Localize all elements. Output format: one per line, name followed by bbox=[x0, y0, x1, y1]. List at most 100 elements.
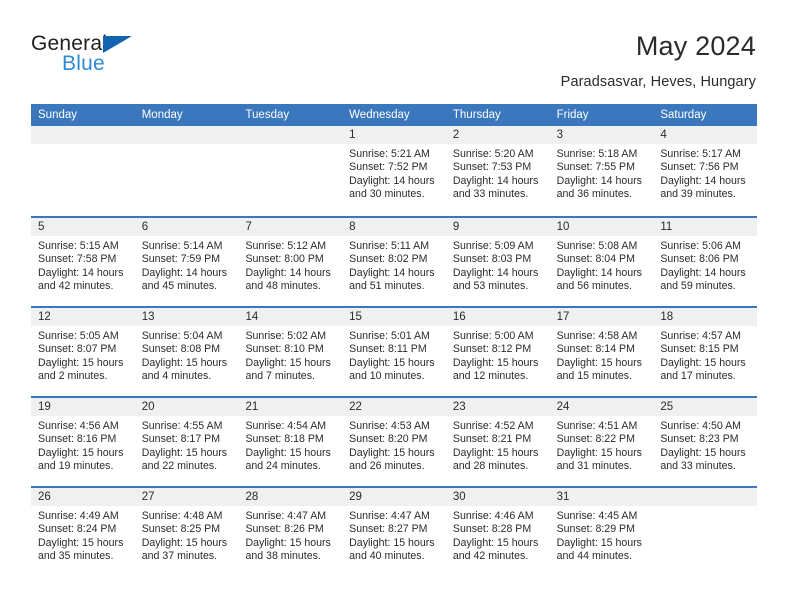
sunrise-text: Sunrise: 4:47 AM bbox=[349, 510, 430, 522]
sunrise-text: Sunrise: 4:47 AM bbox=[245, 510, 327, 522]
daylight-text: Daylight: 15 hours and 26 minutes. bbox=[349, 446, 435, 473]
weekday-header-tuesday: Tuesday bbox=[245, 109, 290, 121]
daylight-text: Daylight: 15 hours and 12 minutes. bbox=[452, 356, 539, 383]
calendar-week-row: 1 Sunrise: 5:21 AM Sunset: 7:52 PM Daylight… bbox=[31, 126, 758, 216]
sunset-text: Sunset: 8:02 PM bbox=[349, 253, 428, 266]
sunrise-text: Sunrise: 5:08 AM bbox=[556, 240, 638, 252]
calendar-week-row: 5 Sunrise: 5:15 AM Sunset: 7:58 PM Daylight… bbox=[31, 216, 758, 306]
day-cell-details: Sunrise: 5:09 AM Sunset: 8:03 PM Daylight:… bbox=[446, 236, 550, 294]
day-cell: 26 Sunrise: 4:49 AM Sunset: 8:24 PM Dayligh… bbox=[31, 488, 135, 576]
day-cell: 19 Sunrise: 4:56 AM Sunset: 8:16 PM Dayligh… bbox=[31, 398, 135, 486]
day-cell: 16 Sunrise: 5:00 AM Sunset: 8:12 PM Dayligh… bbox=[445, 308, 550, 396]
day-number: 7 bbox=[238, 218, 343, 236]
calendar-week-row: 26 Sunrise: 4:49 AM Sunset: 8:24 PM Dayligh… bbox=[31, 486, 758, 576]
sunrise-text: Sunrise: 5:15 AM bbox=[38, 240, 119, 252]
day-cell-empty bbox=[653, 488, 758, 576]
day-cell-details: Sunrise: 4:49 AM Sunset: 8:24 PM Daylight:… bbox=[31, 506, 135, 564]
day-cell: 25 Sunrise: 4:50 AM Sunset: 8:23 PM Dayligh… bbox=[653, 398, 758, 486]
day-number: 20 bbox=[134, 398, 239, 416]
day-cell-details: Sunrise: 5:00 AM Sunset: 8:12 PM Daylight:… bbox=[446, 326, 550, 384]
day-cell-details: Sunrise: 5:01 AM Sunset: 8:11 PM Daylight:… bbox=[342, 326, 446, 384]
sunset-text: Sunset: 7:52 PM bbox=[349, 161, 428, 174]
day-cell-details: Sunrise: 4:54 AM Sunset: 8:18 PM Daylight:… bbox=[238, 416, 342, 474]
daylight-text: Daylight: 15 hours and 44 minutes. bbox=[556, 536, 642, 563]
day-cell-details: Sunrise: 5:21 AM Sunset: 7:52 PM Daylight:… bbox=[342, 144, 446, 202]
day-cell: 6 Sunrise: 5:14 AM Sunset: 7:59 PM Daylight… bbox=[134, 218, 239, 306]
daylight-text: Daylight: 14 hours and 53 minutes. bbox=[452, 266, 539, 293]
day-cell: 4 Sunrise: 5:17 AM Sunset: 7:56 PM Daylight… bbox=[653, 126, 758, 216]
sunset-text: Sunset: 8:17 PM bbox=[141, 433, 221, 446]
sunset-text: Sunset: 8:03 PM bbox=[452, 253, 532, 266]
sunrise-text: Sunrise: 4:54 AM bbox=[245, 420, 327, 432]
sunrise-text: Sunrise: 5:11 AM bbox=[349, 240, 430, 252]
day-cell: 18 Sunrise: 4:57 AM Sunset: 8:15 PM Dayligh… bbox=[653, 308, 758, 396]
day-number: 9 bbox=[445, 218, 550, 236]
day-number: 28 bbox=[238, 488, 343, 506]
sunset-text: Sunset: 8:10 PM bbox=[245, 343, 324, 356]
sunrise-text: Sunrise: 5:17 AM bbox=[660, 148, 741, 160]
day-cell-details: Sunrise: 4:50 AM Sunset: 8:23 PM Daylight:… bbox=[653, 416, 757, 474]
daylight-text: Daylight: 14 hours and 59 minutes. bbox=[660, 266, 746, 293]
day-number: 23 bbox=[445, 398, 550, 416]
day-cell: 24 Sunrise: 4:51 AM Sunset: 8:22 PM Dayligh… bbox=[549, 398, 654, 486]
day-cell: 27 Sunrise: 4:48 AM Sunset: 8:25 PM Dayligh… bbox=[134, 488, 239, 576]
logo-triangle-icon bbox=[103, 36, 132, 53]
sunrise-text: Sunrise: 4:46 AM bbox=[452, 510, 534, 522]
day-number: 3 bbox=[549, 126, 654, 144]
sunset-text: Sunset: 8:23 PM bbox=[660, 433, 739, 446]
day-number: 22 bbox=[342, 398, 446, 416]
day-number: 10 bbox=[549, 218, 654, 236]
day-cell-details: Sunrise: 5:11 AM Sunset: 8:02 PM Daylight:… bbox=[342, 236, 446, 294]
sunset-text: Sunset: 8:12 PM bbox=[452, 343, 532, 356]
sunrise-text: Sunrise: 4:49 AM bbox=[38, 510, 119, 522]
day-cell: 15 Sunrise: 5:01 AM Sunset: 8:11 PM Dayligh… bbox=[342, 308, 446, 396]
day-number: 5 bbox=[31, 218, 135, 236]
sunrise-text: Sunrise: 4:50 AM bbox=[660, 420, 741, 432]
day-cell-details: Sunrise: 4:48 AM Sunset: 8:25 PM Daylight:… bbox=[135, 506, 239, 564]
sunrise-text: Sunrise: 4:52 AM bbox=[452, 420, 534, 432]
calendar-week-row: 19 Sunrise: 4:56 AM Sunset: 8:16 PM Dayligh… bbox=[31, 396, 758, 486]
daylight-text: Daylight: 15 hours and 35 minutes. bbox=[38, 536, 124, 563]
daylight-text: Daylight: 15 hours and 31 minutes. bbox=[556, 446, 642, 473]
logo-text-blue: Blue bbox=[62, 52, 105, 75]
daylight-text: Daylight: 14 hours and 33 minutes. bbox=[452, 174, 539, 201]
sunrise-text: Sunrise: 5:21 AM bbox=[349, 148, 430, 160]
day-cell: 9 Sunrise: 5:09 AM Sunset: 8:03 PM Daylight… bbox=[445, 218, 550, 306]
calendar-page: General Blue May 2024 Paradsasvar, Heves… bbox=[0, 0, 792, 612]
day-cell: 3 Sunrise: 5:18 AM Sunset: 7:55 PM Daylight… bbox=[549, 126, 654, 216]
day-number: 8 bbox=[342, 218, 446, 236]
sunset-text: Sunset: 8:08 PM bbox=[141, 343, 221, 356]
day-number bbox=[134, 126, 239, 144]
sunset-text: Sunset: 8:25 PM bbox=[141, 523, 221, 536]
day-number: 29 bbox=[342, 488, 446, 506]
sunset-text: Sunset: 8:18 PM bbox=[245, 433, 324, 446]
sunrise-text: Sunrise: 5:06 AM bbox=[660, 240, 741, 252]
day-cell-empty bbox=[31, 126, 135, 216]
sunrise-text: Sunrise: 4:51 AM bbox=[556, 420, 638, 432]
sunset-text: Sunset: 8:15 PM bbox=[660, 343, 739, 356]
sunrise-text: Sunrise: 5:00 AM bbox=[452, 330, 534, 342]
day-cell: 23 Sunrise: 4:52 AM Sunset: 8:21 PM Dayligh… bbox=[445, 398, 550, 486]
day-cell: 13 Sunrise: 5:04 AM Sunset: 8:08 PM Dayligh… bbox=[134, 308, 239, 396]
day-cell-empty bbox=[238, 126, 343, 216]
sunrise-text: Sunrise: 4:53 AM bbox=[349, 420, 430, 432]
day-cell-details: Sunrise: 4:45 AM Sunset: 8:29 PM Daylight:… bbox=[550, 506, 654, 564]
page-header: General Blue May 2024 Paradsasvar, Heves… bbox=[31, 30, 756, 100]
day-cell-details: Sunrise: 5:06 AM Sunset: 8:06 PM Daylight:… bbox=[653, 236, 757, 294]
daylight-text: Daylight: 15 hours and 2 minutes. bbox=[38, 356, 124, 383]
day-cell: 12 Sunrise: 5:05 AM Sunset: 8:07 PM Dayligh… bbox=[31, 308, 135, 396]
page-title: May 2024 bbox=[635, 31, 756, 61]
day-number: 12 bbox=[31, 308, 135, 326]
sunset-text: Sunset: 8:07 PM bbox=[38, 343, 117, 356]
day-number: 15 bbox=[342, 308, 446, 326]
day-cell: 30 Sunrise: 4:46 AM Sunset: 8:28 PM Dayligh… bbox=[445, 488, 550, 576]
day-cell: 17 Sunrise: 4:58 AM Sunset: 8:14 PM Dayligh… bbox=[549, 308, 654, 396]
sunrise-text: Sunrise: 5:12 AM bbox=[245, 240, 327, 252]
day-cell-details: Sunrise: 4:47 AM Sunset: 8:26 PM Daylight:… bbox=[238, 506, 342, 564]
day-number: 1 bbox=[342, 126, 446, 144]
day-cell-details: Sunrise: 4:56 AM Sunset: 8:16 PM Daylight:… bbox=[31, 416, 135, 474]
sunrise-text: Sunrise: 4:48 AM bbox=[141, 510, 223, 522]
day-cell-details: Sunrise: 5:12 AM Sunset: 8:00 PM Daylight:… bbox=[238, 236, 342, 294]
weekday-header-friday: Friday bbox=[556, 109, 589, 121]
sunset-text: Sunset: 8:26 PM bbox=[245, 523, 324, 536]
